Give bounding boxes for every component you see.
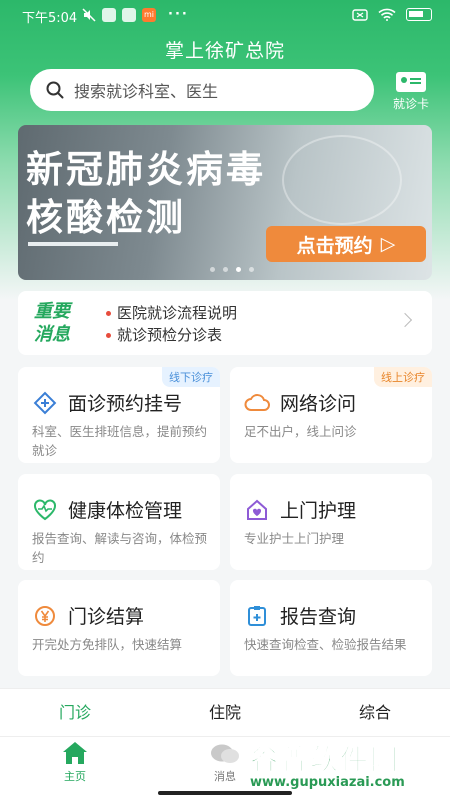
medical-card-label: 就诊卡 xyxy=(392,97,429,111)
banner-decoration xyxy=(282,135,402,225)
banner-headline-2: 核酸检测 xyxy=(26,196,186,239)
service-card-home-nursing[interactable]: 上门护理 专业护士上门护理 xyxy=(230,474,432,570)
status-system-icons xyxy=(352,8,432,21)
service-badge: 线上诊疗 xyxy=(374,367,432,387)
play-arrow-icon: ▷ xyxy=(380,233,396,255)
app-notification-icon xyxy=(102,7,116,22)
service-name: 网络诊问 xyxy=(280,393,357,415)
book-now-label: 点击预约 xyxy=(296,234,373,257)
home-indicator xyxy=(158,791,292,795)
appointment-icon xyxy=(32,390,58,416)
carousel-dot xyxy=(249,267,254,272)
nav-home[interactable]: 主页 xyxy=(40,741,110,784)
nav-home-label: 主页 xyxy=(64,770,86,783)
service-card-online-consult[interactable]: 线上诊疗 网络诊问 足不出户，线上问诊 xyxy=(230,367,432,463)
wifi-icon xyxy=(378,8,396,21)
nav-messages-label: 消息 xyxy=(214,770,236,783)
tab-inpatient[interactable]: 住院 xyxy=(150,689,300,736)
carousel-dot xyxy=(223,267,228,272)
yuan-coin-icon xyxy=(32,603,58,629)
mute-icon xyxy=(82,7,96,22)
download-icon xyxy=(122,7,136,22)
sim-icon xyxy=(352,8,368,21)
service-name: 上门护理 xyxy=(280,500,357,522)
status-notification-icons: mi ··· xyxy=(82,7,189,22)
carousel-dot-active xyxy=(236,267,241,272)
service-name: 门诊结算 xyxy=(68,606,145,628)
page-title: 掌上徐矿总院 xyxy=(164,40,285,62)
service-card-health-checkup[interactable]: 健康体检管理 报告查询、解读与咨询，体检预约 xyxy=(18,474,220,570)
battery-icon xyxy=(406,8,432,21)
cloud-icon xyxy=(244,390,270,416)
id-card-icon xyxy=(396,72,426,92)
news-item[interactable]: 就诊预检分诊表 xyxy=(106,324,237,346)
banner-divider xyxy=(28,242,118,246)
search-bar[interactable]: 搜索就诊科室、医生 xyxy=(30,69,374,111)
watermark: 谷普软件园 www.gupuxiazai.com xyxy=(250,738,445,794)
carousel-indicator xyxy=(210,267,254,272)
promo-banner[interactable]: 新冠肺炎病毒 核酸检测 点击预约 ▷ xyxy=(18,125,432,280)
watermark-url: www.gupuxiazai.com xyxy=(250,775,405,790)
category-tabs: 门诊 住院 综合 xyxy=(0,688,450,736)
carousel-dot xyxy=(210,267,215,272)
home-icon xyxy=(63,742,87,764)
watermark-brand: 谷普软件园 xyxy=(250,743,401,777)
more-notifications-icon: ··· xyxy=(168,7,189,22)
heart-pulse-icon xyxy=(32,497,58,523)
service-desc: 报告查询、解读与咨询，体检预约 xyxy=(32,531,208,565)
service-card-outpatient-payment[interactable]: 门诊结算 开完处方免排队，快速结算 xyxy=(18,580,220,676)
medical-card-button[interactable]: 就诊卡 xyxy=(386,72,436,112)
status-bar: 下午5:04 mi ··· xyxy=(0,0,450,30)
news-tag: 重要 消息 xyxy=(34,300,70,346)
tab-general[interactable]: 综合 xyxy=(300,689,450,736)
service-name: 面诊预约挂号 xyxy=(68,393,183,415)
service-card-report-query[interactable]: 报告查询 快速查询检查、检验报告结果 xyxy=(230,580,432,676)
news-item[interactable]: 医院就诊流程说明 xyxy=(106,302,237,324)
search-icon xyxy=(46,81,64,99)
important-news-card[interactable]: 重要 消息 医院就诊流程说明 就诊预检分诊表 xyxy=(18,291,432,355)
news-tag-line-2: 消息 xyxy=(34,324,70,345)
service-name: 健康体检管理 xyxy=(68,500,183,522)
news-tag-line-1: 重要 xyxy=(34,301,70,322)
service-badge: 线下诊疗 xyxy=(162,367,220,387)
service-desc: 科室、医生排班信息，提前预约就诊 xyxy=(32,424,208,458)
medical-report-icon xyxy=(244,603,270,629)
chat-icon xyxy=(211,744,239,763)
service-desc: 快速查询检查、检验报告结果 xyxy=(244,637,407,652)
news-list: 医院就诊流程说明 就诊预检分诊表 xyxy=(106,302,237,346)
service-desc: 开完处方免排队，快速结算 xyxy=(32,637,183,652)
service-desc: 足不出户，线上问诊 xyxy=(244,424,357,439)
banner-headline-1: 新冠肺炎病毒 xyxy=(26,148,266,191)
service-desc: 专业护士上门护理 xyxy=(244,531,345,546)
tab-outpatient[interactable]: 门诊 xyxy=(0,689,150,736)
home-heart-icon xyxy=(244,497,270,523)
chevron-right-icon[interactable] xyxy=(397,312,413,328)
service-name: 报告查询 xyxy=(280,606,357,628)
mi-icon: mi xyxy=(142,7,156,22)
status-time: 下午5:04 xyxy=(22,11,78,26)
search-placeholder: 搜索就诊科室、医生 xyxy=(74,82,219,101)
book-now-button[interactable]: 点击预约 ▷ xyxy=(266,226,426,262)
service-card-appointment[interactable]: 线下诊疗 面诊预约挂号 科室、医生排班信息，提前预约就诊 xyxy=(18,367,220,463)
